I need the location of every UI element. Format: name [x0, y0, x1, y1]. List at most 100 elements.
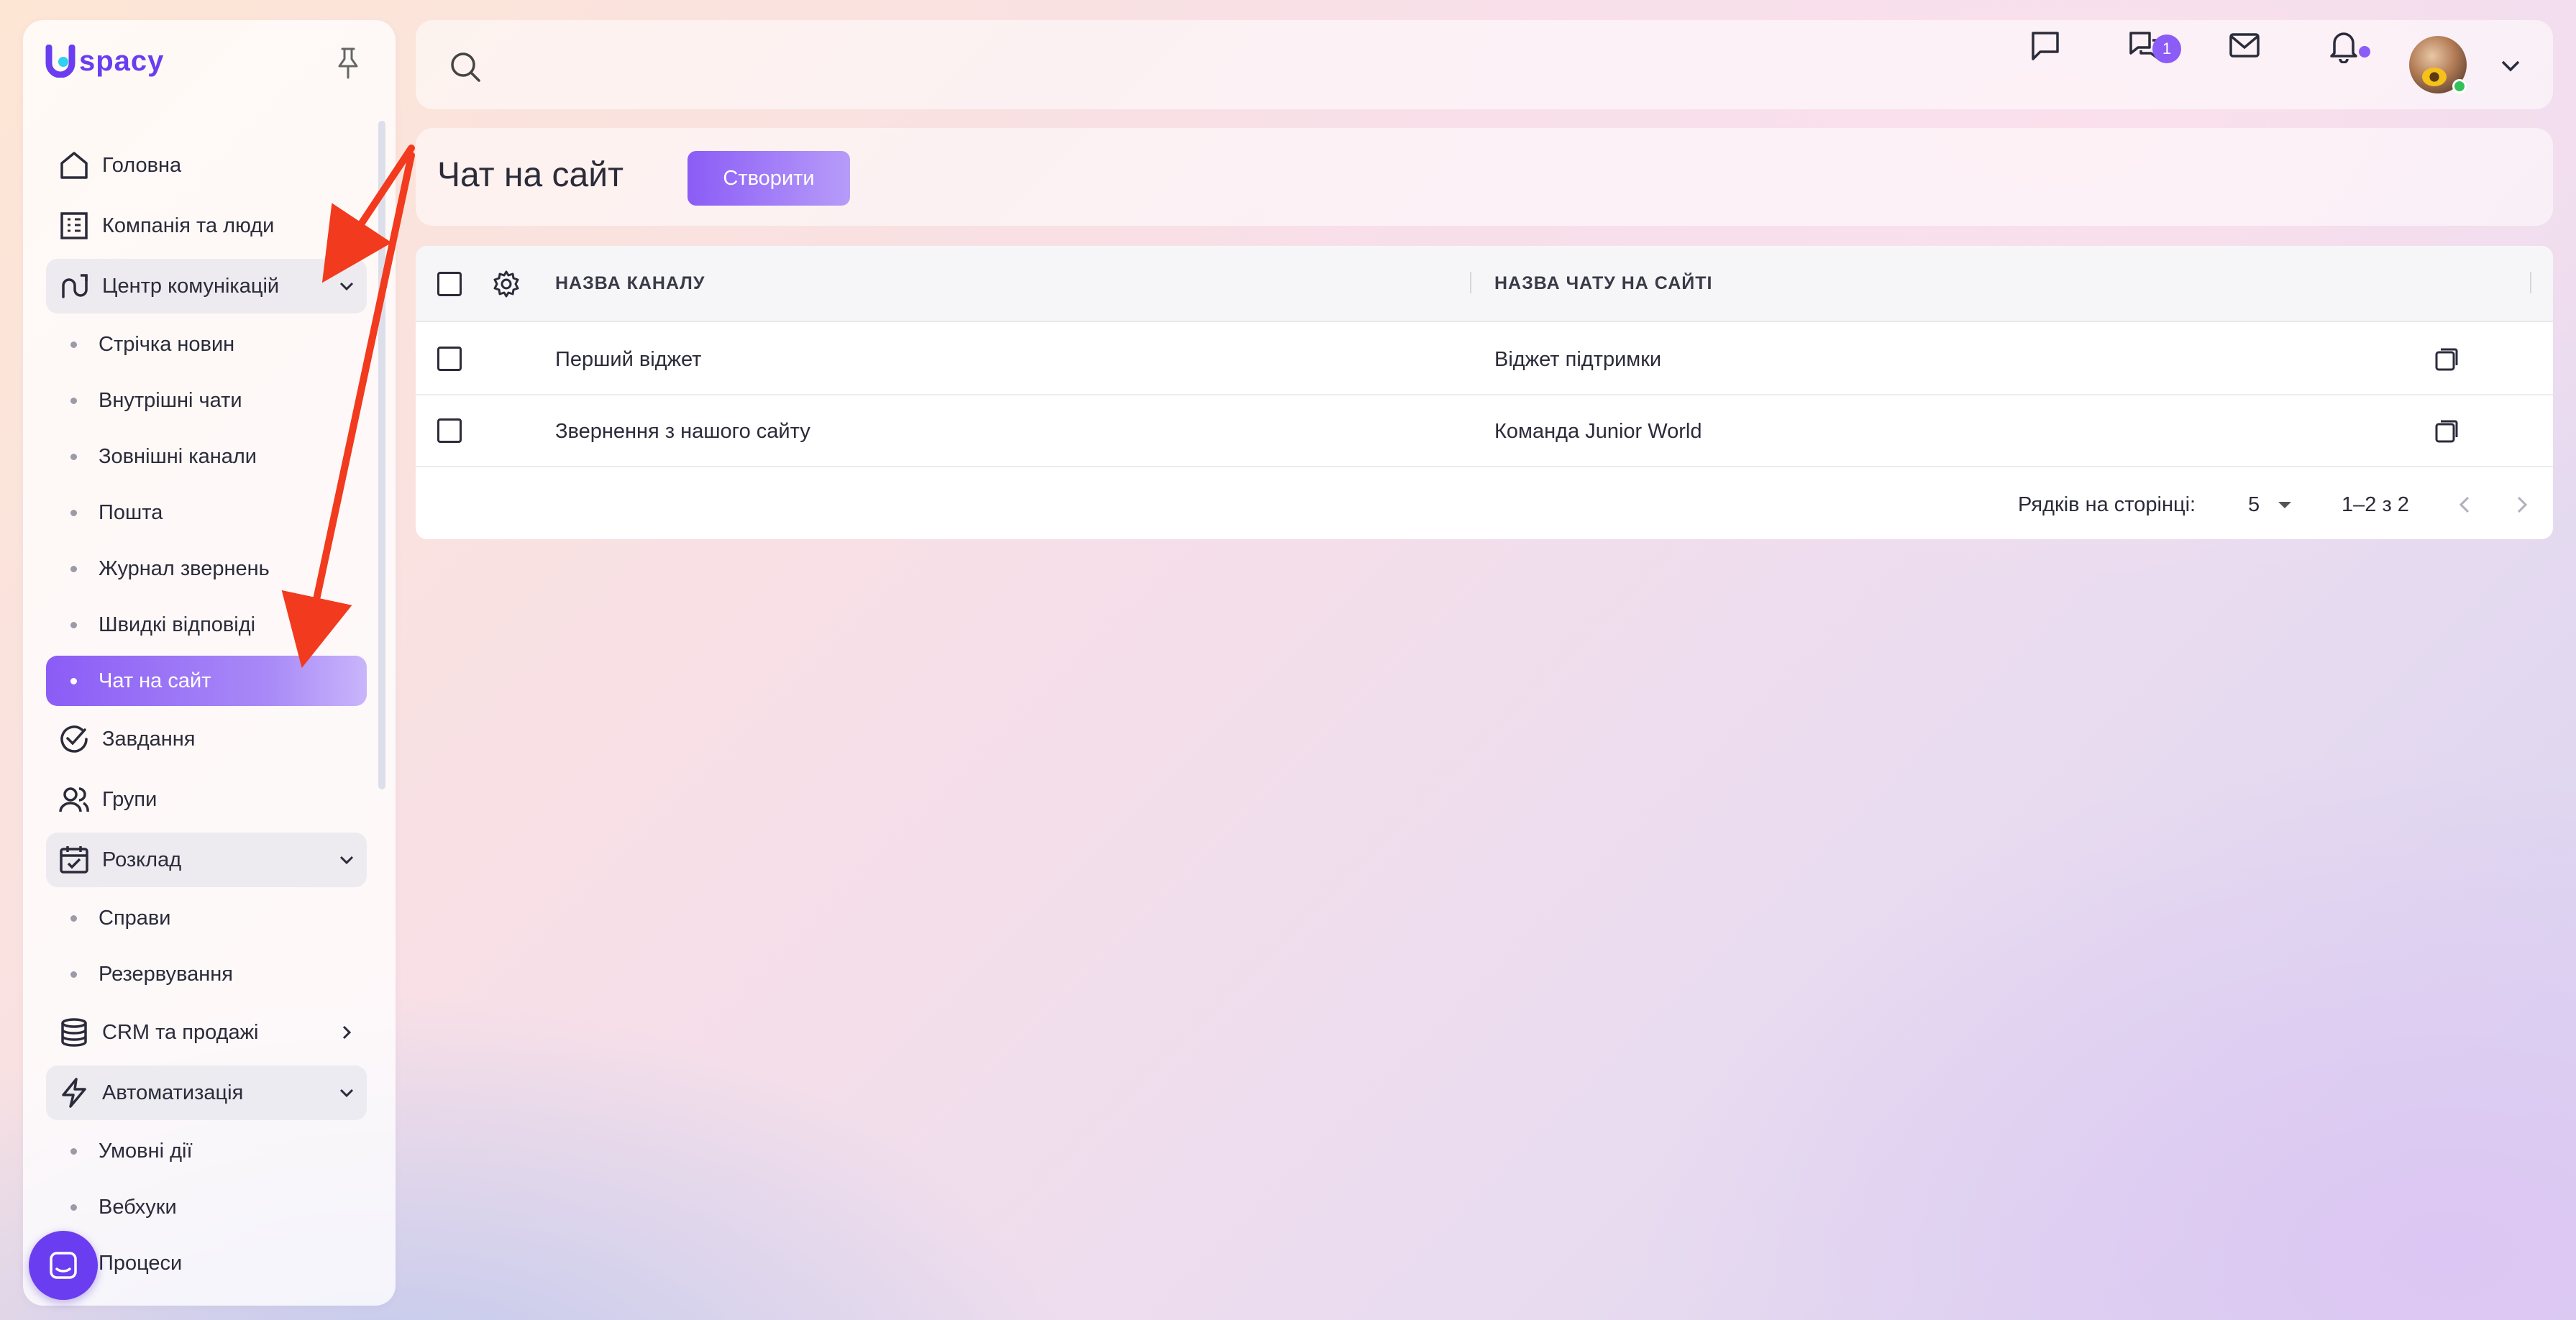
bullet-icon	[70, 341, 77, 348]
pagination-range: 1–2 з 2	[2342, 493, 2409, 516]
sidebar-subitem-label: Справи	[99, 906, 171, 930]
pin-icon[interactable]	[334, 46, 362, 81]
sidebar-subitem-mail[interactable]: Пошта	[46, 487, 367, 538]
online-status-dot	[2452, 79, 2467, 93]
sidebar: spacy Головна Компанія та люди Центр ком…	[23, 20, 396, 1306]
sidebar-item-label: Групи	[102, 787, 157, 811]
sidebar-subitem-news-feed[interactable]: Стрічка новин	[46, 319, 367, 370]
sidebar-subitem-site-chat[interactable]: Чат на сайт	[46, 656, 367, 706]
cell-site-chat-name: Віджет підтримки	[1494, 348, 1662, 371]
notification-dot	[2359, 46, 2370, 58]
gear-icon[interactable]	[492, 270, 521, 298]
sidebar-subitem-reservations[interactable]: Резервування	[46, 949, 367, 999]
bullet-icon	[70, 1204, 77, 1211]
users-icon	[58, 783, 91, 816]
chevron-right-icon	[342, 1025, 352, 1040]
building-icon	[58, 209, 91, 242]
logo[interactable]: spacy	[45, 45, 164, 78]
create-button[interactable]: Створити	[688, 151, 850, 206]
sidebar-subitem-internal-chats[interactable]: Внутрішні чати	[46, 375, 367, 426]
table-row[interactable]: Звернення з нашого сайту Команда Junior …	[416, 395, 2553, 467]
rows-per-page-value: 5	[2248, 493, 2260, 516]
cell-channel-name: Перший віджет	[555, 348, 702, 371]
sidebar-subitem-quick-replies[interactable]: Швидкі відповіді	[46, 600, 367, 650]
sidebar-item-tasks[interactable]: Завдання	[46, 712, 367, 766]
sidebar-item-schedule[interactable]: Розклад	[46, 833, 367, 887]
sidebar-subitem-external-channels[interactable]: Зовнішні канали	[46, 431, 367, 482]
sidebar-item-label: CRM та продажі	[102, 1020, 259, 1044]
sidebar-subitem-conditional-actions[interactable]: Умовні дії	[46, 1126, 367, 1176]
support-chat-button[interactable]	[29, 1231, 98, 1300]
chat-widget-icon	[50, 1252, 77, 1279]
logo-text: spacy	[79, 45, 165, 77]
chevron-down-icon[interactable]	[2498, 55, 2523, 76]
column-header-site-chat-name[interactable]: НАЗВА ЧАТУ НА САЙТІ	[1494, 273, 1712, 294]
bullet-icon	[70, 971, 77, 978]
sidebar-subitem-label: Журнал звернень	[99, 556, 270, 580]
row-checkbox[interactable]	[437, 347, 462, 371]
chevron-right-icon	[342, 219, 352, 233]
select-all-checkbox[interactable]	[437, 272, 462, 296]
sidebar-subitem-request-log[interactable]: Журнал звернень	[46, 544, 367, 594]
chevron-down-icon	[339, 1088, 354, 1098]
chevron-right-icon[interactable]	[2508, 490, 2534, 519]
sidebar-item-crm[interactable]: CRM та продажі	[46, 1005, 367, 1060]
sidebar-subitem-webhooks[interactable]: Вебхуки	[46, 1182, 367, 1232]
check-circle-icon	[58, 723, 91, 756]
sidebar-subitem-label: Внутрішні чати	[99, 388, 242, 412]
table-pagination: Рядків на сторінці: 5 1–2 з 2	[416, 469, 2553, 539]
bullet-icon	[70, 565, 77, 572]
copy-icon[interactable]	[2431, 344, 2462, 375]
route-icon	[58, 270, 91, 303]
sidebar-item-automation[interactable]: Автоматизація	[46, 1065, 367, 1120]
database-icon	[58, 1016, 91, 1049]
bullet-icon	[70, 621, 77, 628]
bullet-icon	[70, 1147, 77, 1155]
bullet-icon	[70, 509, 77, 516]
bullet-icon	[70, 453, 77, 460]
sidebar-subitem-label: Вебхуки	[99, 1195, 177, 1219]
column-divider[interactable]	[2530, 272, 2531, 293]
sidebar-nav: Головна Компанія та люди Центр комунікац…	[46, 138, 367, 1294]
column-header-channel-name[interactable]: НАЗВА КАНАЛУ	[555, 273, 705, 294]
sidebar-subitem-label: Зовнішні канали	[99, 444, 257, 468]
copy-icon[interactable]	[2431, 416, 2462, 447]
row-checkbox[interactable]	[437, 418, 462, 443]
sidebar-item-label: Завдання	[102, 727, 196, 751]
table-header: НАЗВА КАНАЛУ НАЗВА ЧАТУ НА САЙТІ	[416, 246, 2553, 322]
sidebar-item-home[interactable]: Головна	[46, 138, 367, 193]
caret-down-icon	[2278, 502, 2291, 508]
page-title: Чат на сайт	[437, 156, 624, 194]
chevron-down-icon	[339, 856, 354, 865]
rows-per-page-select[interactable]: 5	[2248, 487, 2306, 521]
chevron-left-icon[interactable]	[2452, 490, 2478, 519]
sidebar-subitem-label: Чат на сайт	[99, 669, 211, 692]
sidebar-scrollbar[interactable]	[378, 121, 385, 789]
mail-icon[interactable]	[2226, 27, 2262, 63]
sidebar-item-groups[interactable]: Групи	[46, 772, 367, 827]
sidebar-subitem-tasks[interactable]: Справи	[46, 893, 367, 943]
cell-channel-name: Звернення з нашого сайту	[555, 420, 810, 443]
calendar-icon	[58, 843, 91, 876]
cell-site-chat-name: Команда Junior World	[1494, 420, 1702, 443]
sidebar-item-communications[interactable]: Центр комунікацій	[46, 259, 367, 313]
page-header: Чат на сайт Створити	[416, 128, 2553, 226]
message-icon[interactable]	[2027, 27, 2063, 63]
sidebar-subitem-label: Резервування	[99, 962, 233, 986]
table-row[interactable]: Перший віджет Віджет підтримки	[416, 324, 2553, 395]
sidebar-subitem-label: Процеси	[99, 1251, 183, 1275]
sidebar-item-label: Центр комунікацій	[102, 274, 280, 298]
bullet-icon	[70, 915, 77, 922]
bullet-icon	[70, 677, 77, 684]
search-icon[interactable]	[447, 49, 483, 85]
logo-mark-icon	[45, 45, 76, 78]
sidebar-item-company[interactable]: Компанія та люди	[46, 198, 367, 253]
sidebar-item-label: Автоматизація	[102, 1081, 244, 1104]
column-divider[interactable]	[1470, 272, 1471, 293]
lightning-icon	[58, 1076, 91, 1109]
bell-icon[interactable]	[2326, 27, 2362, 63]
home-icon	[58, 149, 91, 182]
sidebar-item-label: Компанія та люди	[102, 214, 275, 237]
sidebar-item-label: Розклад	[102, 848, 182, 871]
bullet-icon	[70, 397, 77, 404]
